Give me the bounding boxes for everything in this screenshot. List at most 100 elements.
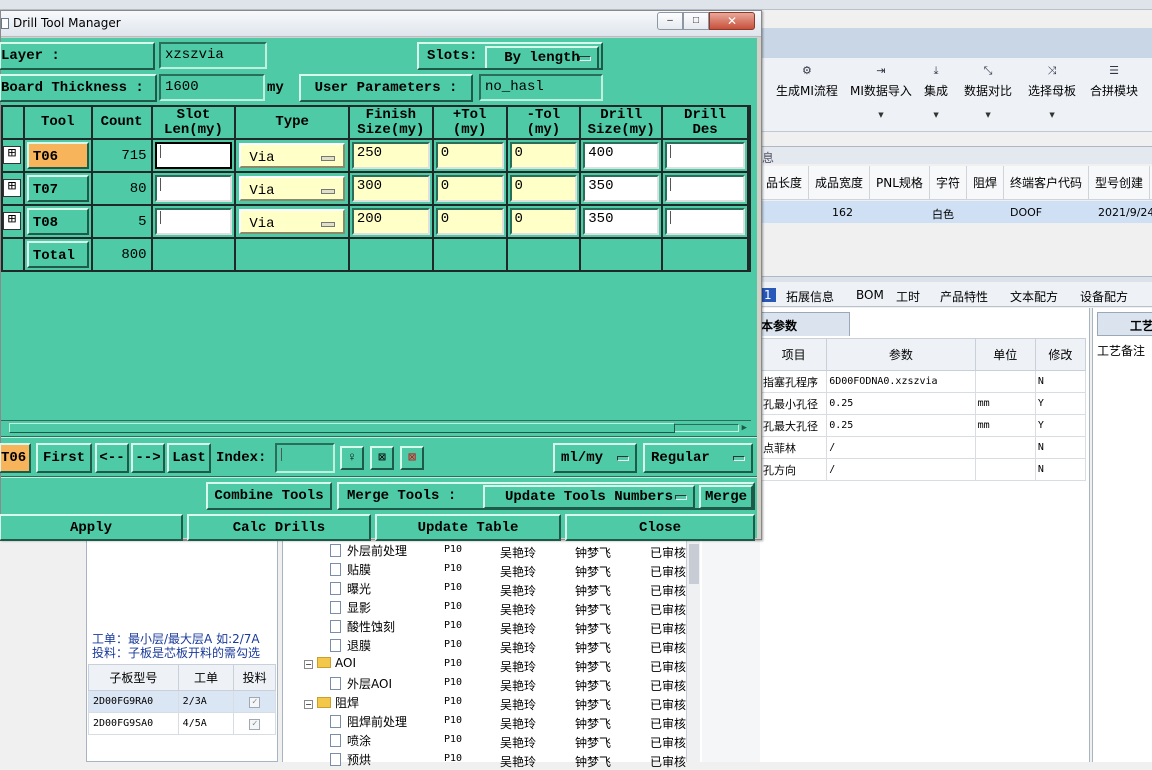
calc-drills-button[interactable]: Calc Drills [187, 514, 371, 541]
plus-tol-input[interactable]: 0 [435, 175, 504, 202]
title-bar[interactable]: Drill Tool Manager ‒ □ ✕ [1, 11, 761, 37]
tab-process[interactable]: 工艺 [1097, 312, 1152, 336]
next-button[interactable]: --> [131, 443, 165, 473]
tree-item[interactable]: 外层前处理 [330, 542, 407, 561]
close-window-button[interactable]: ✕ [709, 12, 755, 30]
units-dropdown[interactable]: ml/my [553, 443, 637, 473]
update-tools-numbers-dropdown[interactable]: Update Tools Numbers [483, 485, 695, 508]
tab-bom[interactable]: BOM [856, 288, 884, 302]
index-input[interactable] [275, 443, 335, 473]
drill-size-input[interactable]: 350 [583, 208, 660, 235]
plus-tol-input[interactable]: 0 [435, 142, 504, 169]
tree-item[interactable]: 喷涂 [330, 732, 371, 751]
slot-len-input[interactable] [154, 142, 233, 169]
tool-button[interactable]: T08 [26, 208, 89, 235]
image-icon[interactable]: ⊠ [370, 446, 394, 470]
slot-len-input[interactable] [154, 175, 233, 202]
mode-dropdown[interactable]: Regular [643, 443, 753, 473]
tree-folder-item[interactable]: − 阻焊 [304, 694, 359, 713]
drill-des-input[interactable] [665, 142, 745, 169]
tool-button[interactable]: T06 [26, 142, 89, 169]
scrollbar-thumb[interactable] [9, 423, 675, 433]
collapse-icon[interactable]: − [304, 700, 313, 709]
tree-item[interactable]: 贴膜 [330, 561, 371, 580]
collapse-icon[interactable]: − [304, 660, 313, 669]
tab-text-recipe[interactable]: 文本配方 [1010, 288, 1058, 305]
delete-icon[interactable]: ⊠ [400, 446, 424, 470]
ribbon-button-mi-import[interactable]: ⇥ MI数据导入 ▼ [850, 64, 912, 119]
ribbon-button-panelize[interactable]: ☰ 合拼模块 [1090, 64, 1138, 111]
table-row[interactable]: 孔方向 / N [759, 458, 1087, 481]
combine-tools-button[interactable]: Combine Tools [206, 482, 332, 510]
expand-row-button[interactable]: ⊞ [3, 212, 21, 230]
last-button[interactable]: Last [167, 443, 211, 473]
table-row[interactable]: 指塞孔程序 6D00FODNA0.xzszvia N [759, 370, 1087, 393]
sub-board-table: 子板型号 工单 投料 2D00FG9RA0 2/3A ✓ 2D00FG9SA0 … [88, 664, 276, 735]
tab-product-features[interactable]: 产品特性 [940, 288, 988, 305]
close-button[interactable]: Close [565, 514, 755, 541]
tree-item[interactable]: 显影 [330, 599, 371, 618]
minus-tol-input[interactable]: 0 [509, 175, 578, 202]
tree-item[interactable]: 酸性蚀刻 [330, 618, 395, 637]
drill-des-input[interactable] [665, 208, 745, 235]
tab-basic[interactable]: 1 [760, 288, 776, 302]
expand-row-button[interactable]: ⊞ [3, 146, 21, 164]
type-dropdown[interactable]: Via [239, 176, 345, 201]
splitter[interactable] [760, 276, 1152, 282]
horizontal-scrollbar[interactable]: ▶ [1, 420, 751, 434]
tree-item[interactable]: 预烘 [330, 751, 371, 770]
checkbox[interactable]: ✓ [249, 718, 261, 730]
user-parameters-field[interactable]: no_hasl [479, 74, 603, 101]
finish-size-input[interactable]: 200 [351, 208, 430, 235]
table-row[interactable]: 2D00FG9SA0 4/5A ✓ [88, 712, 276, 735]
plus-tol-input[interactable]: 0 [435, 208, 504, 235]
table-row[interactable]: 162 白色 DOOF 2021/9/24 [760, 201, 1152, 223]
minimize-button[interactable]: ‒ [657, 12, 683, 30]
scrollbar-thumb[interactable] [689, 544, 699, 584]
scroll-right-arrow-icon[interactable]: ▶ [742, 423, 747, 433]
type-dropdown[interactable]: Via [239, 209, 345, 234]
expand-row-button[interactable]: ⊞ [3, 179, 21, 197]
slots-dropdown[interactable]: By length [485, 46, 599, 68]
checkbox[interactable]: ✓ [249, 696, 261, 708]
drill-size-input[interactable]: 400 [583, 142, 660, 169]
ribbon-button-generate-mi[interactable]: ⚙ 生成MI流程 [776, 64, 838, 111]
board-thickness-field[interactable]: 1600 [159, 74, 265, 101]
tree-item[interactable]: 曝光 [330, 580, 371, 599]
minus-tol-input[interactable]: 0 [509, 208, 578, 235]
tree-item[interactable]: 外层AOI [330, 675, 392, 694]
tree-item[interactable]: 阻焊前处理 [330, 713, 407, 732]
divider [1, 476, 757, 478]
tree-scrollbar[interactable] [686, 540, 700, 762]
table-row[interactable]: 孔最小孔径 0.25 mm Y [759, 392, 1087, 415]
apply-button[interactable]: Apply [0, 514, 183, 541]
ribbon-button-select-mother[interactable]: ⤨ 选择母板 ▼ [1028, 64, 1076, 119]
drill-des-input[interactable] [665, 175, 745, 202]
tab-labor[interactable]: 工时 [896, 288, 920, 305]
tab-equipment-recipe[interactable]: 设备配方 [1080, 288, 1128, 305]
maximize-button[interactable]: □ [683, 12, 709, 30]
minus-tol-input[interactable]: 0 [509, 142, 578, 169]
tool-button[interactable]: T07 [26, 175, 89, 202]
table-row[interactable]: 孔最大孔径 0.25 mm Y [759, 414, 1087, 437]
prev-button[interactable]: <-- [95, 443, 129, 473]
ribbon-button-compare[interactable]: ⤡ 数据对比 ▼ [964, 64, 1012, 119]
layer-field[interactable]: xzszvia [159, 42, 267, 69]
tab-extended-info[interactable]: 拓展信息 [786, 288, 834, 305]
finish-size-input[interactable]: 300 [351, 175, 430, 202]
lightbulb-icon[interactable]: ♀ [340, 446, 364, 470]
tree-folder-item[interactable]: − AOI [304, 656, 356, 675]
finish-size-input[interactable]: 250 [351, 142, 430, 169]
tree-item[interactable]: 退膜 [330, 637, 371, 656]
drill-size-input[interactable]: 350 [583, 175, 660, 202]
ribbon-button-integrate[interactable]: ⤓ 集成 ▼ [924, 64, 948, 119]
tree-item-label: AOI [335, 656, 356, 670]
table-row[interactable]: 2D00FG9RA0 2/3A ✓ [88, 690, 276, 713]
table-row[interactable]: 点菲林 / N [759, 436, 1087, 459]
parameter-panel-title[interactable]: 本参数 [760, 312, 850, 336]
update-table-button[interactable]: Update Table [375, 514, 561, 541]
type-dropdown[interactable]: Via [239, 143, 345, 168]
merge-button[interactable]: Merge [699, 485, 753, 508]
first-button[interactable]: First [36, 443, 92, 473]
slot-len-input[interactable] [154, 208, 233, 235]
